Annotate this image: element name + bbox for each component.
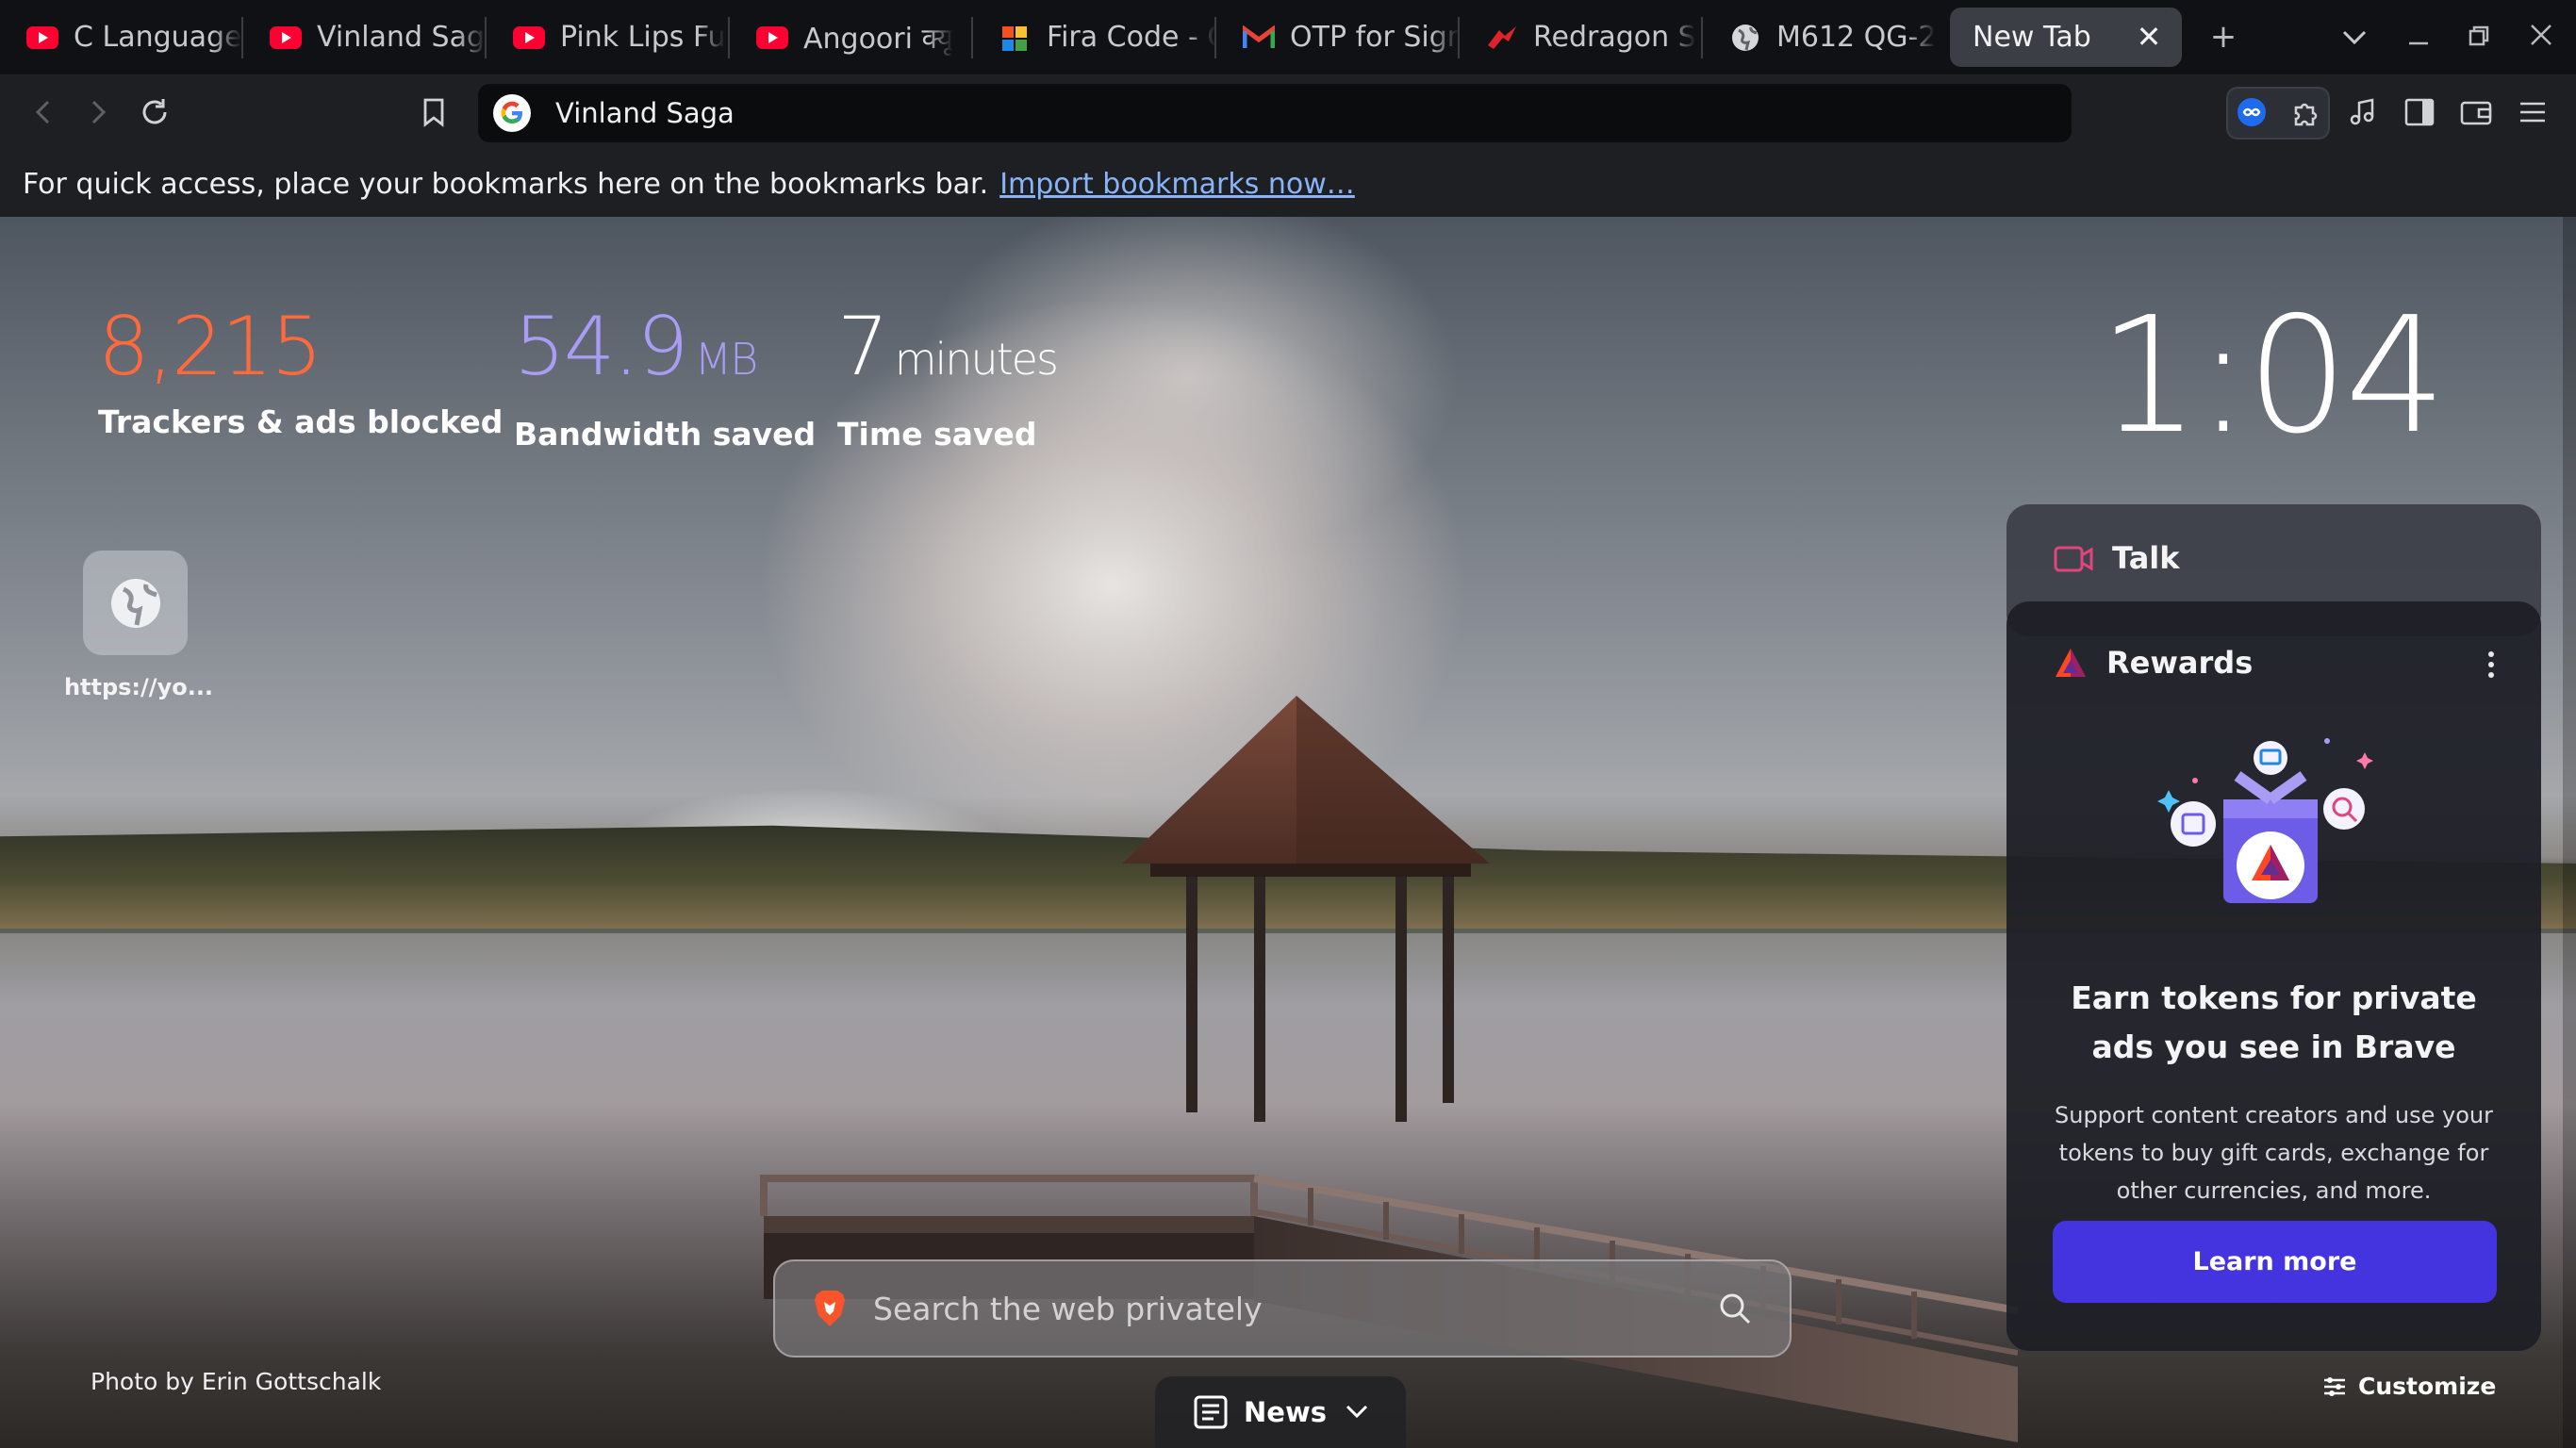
trackers-stat: 8,215 Trackers & ads blocked: [98, 302, 503, 440]
rewards-illustration: [2157, 738, 2373, 903]
wallet-icon[interactable]: [2452, 88, 2501, 137]
tab-search-chevron-icon[interactable]: [2331, 13, 2378, 60]
toolbar: Vinland Saga: [0, 74, 2576, 151]
sliders-icon: [2324, 1376, 2345, 1396]
fira-code-icon: [999, 22, 1032, 54]
rewards-card: Rewards Earn tokens for private ads you …: [2006, 601, 2541, 1351]
sidebar-toggle-icon[interactable]: [2395, 88, 2444, 137]
tab-title: Vinland Saga: [317, 21, 487, 54]
tab-otp[interactable]: OTP for Sign: [1216, 8, 1460, 67]
talk-camera-icon: [2054, 546, 2093, 572]
bandwidth-value: 54.9: [514, 300, 688, 394]
media-music-icon[interactable]: [2338, 88, 2387, 137]
bandwidth-stat: 54.9 MB Bandwidth saved: [514, 302, 816, 452]
bandwidth-label: Bandwidth saved: [514, 416, 817, 452]
address-value: Vinland Saga: [555, 97, 735, 129]
news-toggle[interactable]: News: [1155, 1376, 1406, 1448]
tab-title: M612 QG-2: [1776, 21, 1937, 54]
address-bar[interactable]: Vinland Saga: [478, 84, 2072, 142]
close-tab-icon[interactable]: ✕: [2133, 21, 2165, 53]
top-site-tile[interactable]: [83, 551, 188, 655]
minimize-icon[interactable]: [2395, 13, 2442, 60]
rewards-more-options-icon[interactable]: [2477, 649, 2505, 683]
new-tab-plus-icon[interactable]: +: [2200, 13, 2247, 60]
rewards-title: Rewards: [2106, 645, 2254, 681]
tab-c-language[interactable]: C Language: [0, 8, 243, 67]
tab-title: OTP for Sign: [1290, 21, 1460, 54]
restore-icon[interactable]: [2455, 13, 2502, 60]
menu-hamburger-icon[interactable]: [2508, 88, 2557, 137]
page-scrollbar[interactable]: [2563, 217, 2576, 1448]
new-tab-page: 8,215 Trackers & ads blocked 54.9 MB Band…: [0, 217, 2576, 1448]
time-saved-stat: 7 minutes Time saved: [837, 300, 1059, 452]
tab-title: C Language: [74, 21, 242, 54]
brave-vpn-icon[interactable]: [2227, 88, 2276, 137]
trackers-value: 8,215: [98, 300, 322, 394]
time-saved-label: Time saved: [837, 416, 1037, 452]
gmail-icon: [1243, 22, 1275, 54]
youtube-icon: [513, 22, 545, 54]
customize-button[interactable]: Customize: [2322, 1373, 2496, 1400]
tab-fira-code[interactable]: Fira Code - C: [973, 8, 1216, 67]
import-bookmarks-link[interactable]: Import bookmarks now…: [999, 168, 1355, 201]
rewards-heading: Earn tokens for private ads you see in B…: [2071, 979, 2477, 1065]
bat-logo-icon: [2056, 649, 2086, 677]
top-site-label[interactable]: https://yo...: [58, 674, 219, 700]
youtube-icon: [26, 22, 58, 54]
brave-lion-icon: [815, 1291, 845, 1326]
clock: 1:04: [2098, 283, 2447, 469]
tab-title: Fira Code - C: [1047, 21, 1216, 54]
tab-m612[interactable]: M612 QG-2: [1703, 8, 1946, 67]
news-icon: [1194, 1395, 1228, 1429]
customize-label: Customize: [2358, 1373, 2497, 1400]
search-box[interactable]: Search the web privately: [773, 1259, 1792, 1358]
globe-icon: [110, 578, 160, 628]
back-icon[interactable]: [19, 88, 68, 137]
rewards-header: Rewards: [2054, 645, 2253, 681]
tab-title: Pink Lips Fu: [560, 21, 726, 54]
time-saved-unit: minutes: [894, 334, 1059, 385]
search-placeholder: Search the web privately: [873, 1290, 1263, 1327]
learn-more-button[interactable]: Learn more: [2053, 1221, 2497, 1303]
globe-icon: [1729, 22, 1761, 54]
bookmarks-bar: For quick access, place your bookmarks h…: [0, 151, 2576, 217]
tab-vinland-saga[interactable]: Vinland Saga: [243, 8, 487, 67]
talk-header: Talk: [2054, 540, 2180, 576]
bookmark-icon[interactable]: [409, 88, 458, 137]
tab-title: Redragon S: [1533, 21, 1696, 54]
close-window-icon[interactable]: [2518, 13, 2565, 60]
bookmarks-bar-message: For quick access, place your bookmarks h…: [23, 167, 989, 201]
news-label: News: [1244, 1396, 1327, 1428]
trackers-label: Trackers & ads blocked: [98, 403, 504, 440]
tab-strip: C Language Vinland Saga Pink Lips Fu Ang…: [0, 0, 2576, 74]
extensions-puzzle-icon[interactable]: [2282, 88, 2331, 137]
forward-icon[interactable]: [74, 88, 123, 137]
youtube-icon: [756, 22, 788, 54]
redragon-icon: [1486, 22, 1518, 54]
tab-title: Angoori क्यू: [803, 23, 953, 56]
chevron-down-icon: [1346, 1405, 1368, 1419]
search-icon[interactable]: [1718, 1292, 1752, 1325]
reload-icon[interactable]: [130, 88, 179, 137]
google-icon: [493, 94, 531, 132]
tab-pink-lips[interactable]: Pink Lips Fu: [487, 8, 730, 67]
youtube-icon: [270, 22, 302, 54]
time-saved-value: 7: [837, 300, 889, 394]
bandwidth-row: 54.9 MB: [514, 302, 816, 404]
tab-new-tab[interactable]: New Tab ✕: [1950, 8, 2182, 67]
tab-title: New Tab: [1973, 21, 2091, 54]
time-saved-row: 7 minutes: [837, 300, 1059, 404]
tab-angoori[interactable]: Angoori क्यू: [730, 8, 973, 67]
bandwidth-unit: MB: [694, 334, 758, 385]
rewards-description: Support content creators and use your to…: [2055, 1102, 2493, 1204]
talk-title: Talk: [2112, 540, 2180, 576]
photo-credit[interactable]: Photo by Erin Gottschalk: [91, 1368, 381, 1395]
tab-redragon[interactable]: Redragon S: [1460, 8, 1703, 67]
